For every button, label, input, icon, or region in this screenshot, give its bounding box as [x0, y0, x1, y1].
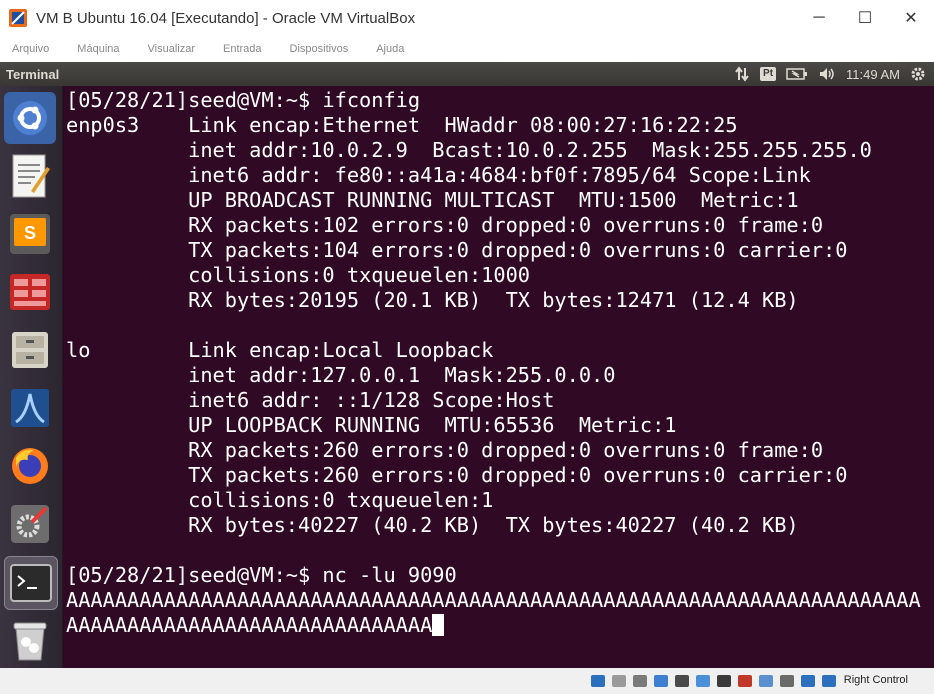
text-editor-icon — [12, 154, 50, 198]
launcher-system-settings[interactable] — [4, 498, 56, 550]
display-icon[interactable] — [715, 672, 733, 690]
keyboard-layout-indicator[interactable]: Pt — [760, 66, 777, 82]
menu-visualizar[interactable]: Visualizar — [148, 43, 196, 55]
virtualbox-statusbar: Right Control — [0, 668, 934, 694]
sublime-text-icon: S — [10, 214, 50, 254]
battery-icon[interactable] — [786, 66, 808, 82]
launcher-trash[interactable] — [4, 614, 56, 666]
menu-dispositivos[interactable]: Dispositivos — [290, 43, 349, 55]
menu-ajuda[interactable]: Ajuda — [376, 43, 404, 55]
minimize-button[interactable]: ─ — [796, 0, 842, 36]
minimize-icon: ─ — [813, 9, 825, 26]
file-cabinet-icon — [12, 332, 48, 368]
terminal-line: lo Link encap:Local Loopback — [66, 338, 494, 362]
menu-bar: Arquivo Máquina Visualizar Entrada Dispo… — [0, 36, 934, 62]
ubuntu-logo-icon — [13, 101, 47, 135]
clock[interactable]: 11:49 AM — [846, 66, 900, 82]
volume-icon[interactable] — [818, 66, 836, 82]
terminal-line: AAAAAAAAAAAAAAAAAAAAAAAAAAAAAAAAAAAAAAAA… — [66, 588, 921, 612]
ubuntu-top-panel: Terminal Pt 11:49 AM — [0, 62, 934, 86]
hard-disk-icon[interactable] — [589, 672, 607, 690]
terminal-line: RX packets:260 errors:0 dropped:0 overru… — [66, 438, 824, 462]
launcher-text-editor[interactable] — [4, 150, 56, 202]
system-tray: Pt 11:49 AM — [734, 62, 926, 86]
terminal-line: RX bytes:40227 (40.2 KB) TX bytes:40227 … — [66, 513, 799, 537]
terminal-window[interactable]: [05/28/21]seed@VM:~$ ifconfig enp0s3 Lin… — [63, 86, 934, 668]
terminal-line: inet addr:10.0.2.9 Bcast:10.0.2.255 Mask… — [66, 138, 872, 162]
audio-icon[interactable] — [631, 672, 649, 690]
terminal-line: [05/28/21]seed@VM:~$ ifconfig — [66, 88, 421, 112]
terminal-line: RX packets:102 errors:0 dropped:0 overru… — [66, 213, 824, 237]
terminal-line: TX packets:260 errors:0 dropped:0 overru… — [66, 463, 848, 487]
active-app-title: Terminal — [6, 66, 60, 82]
window-title: VM B Ubuntu 16.04 [Executando] - Oracle … — [36, 9, 416, 27]
terminal-line: AAAAAAAAAAAAAAAAAAAAAAAAAAAAAA — [66, 613, 433, 637]
terminal-line: inet6 addr: ::1/128 Scope:Host — [66, 388, 555, 412]
unity-launcher: S — [0, 86, 63, 668]
launcher-ubuntu-dash[interactable] — [4, 92, 56, 144]
menu-entrada[interactable]: Entrada — [223, 43, 262, 55]
settings-gear-icon[interactable] — [910, 66, 926, 82]
terminal-line: inet6 addr: fe80::a41a:4684:bf0f:7895/64… — [66, 163, 811, 187]
terminal-line: [05/28/21]seed@VM:~$ nc -lu 9090 — [66, 563, 457, 587]
menu-maquina[interactable]: Máquina — [77, 43, 119, 55]
recording-icon[interactable] — [736, 672, 754, 690]
keyboard-layout-label: Pt — [760, 67, 777, 81]
terminal-line: collisions:0 txqueuelen:1000 — [66, 263, 530, 287]
terminal-line: TX packets:104 errors:0 dropped:0 overru… — [66, 238, 848, 262]
launcher-firefox[interactable] — [4, 440, 56, 492]
network-icon[interactable] — [652, 672, 670, 690]
maximize-button[interactable]: ☐ — [842, 0, 888, 36]
keyboard-capture-icon[interactable] — [799, 672, 817, 690]
mouse-integration-icon[interactable] — [778, 672, 796, 690]
launcher-spreadsheet[interactable] — [4, 266, 56, 318]
terminal-line: collisions:0 txqueuelen:1 — [66, 488, 494, 512]
launcher-sublime-text[interactable]: S — [4, 208, 56, 260]
terminal-line: inet addr:127.0.0.1 Mask:255.0.0.0 — [66, 363, 616, 387]
trash-icon — [13, 622, 47, 661]
system-settings-icon — [11, 505, 49, 543]
host-key-label: Right Control — [843, 674, 908, 686]
text-cursor — [432, 614, 445, 636]
close-button[interactable]: ✕ — [888, 0, 934, 36]
shared-folders-icon[interactable] — [694, 672, 712, 690]
maximize-icon: ☐ — [857, 10, 873, 27]
terminal-icon — [10, 564, 52, 602]
menu-arquivo[interactable]: Arquivo — [12, 43, 49, 55]
spreadsheet-icon — [10, 274, 50, 310]
firefox-icon — [12, 448, 48, 484]
launcher-terminal[interactable] — [4, 556, 58, 610]
terminal-line: UP BROADCAST RUNNING MULTICAST MTU:1500 … — [66, 188, 799, 212]
usb-icon[interactable] — [673, 672, 691, 690]
window-titlebar: VM B Ubuntu 16.04 [Executando] - Oracle … — [0, 0, 934, 36]
close-icon: ✕ — [904, 10, 918, 27]
launcher-file-manager[interactable] — [4, 324, 56, 376]
optical-drive-icon[interactable] — [610, 672, 628, 690]
svg-text:S: S — [24, 223, 36, 243]
terminal-line: RX bytes:20195 (20.1 KB) TX bytes:12471 … — [66, 288, 799, 312]
arrow-down-icon[interactable] — [820, 672, 838, 690]
terminal-output: [05/28/21]seed@VM:~$ ifconfig enp0s3 Lin… — [66, 88, 921, 638]
video-capture-icon[interactable] — [757, 672, 775, 690]
launcher-wireshark[interactable] — [4, 382, 56, 434]
network-updown-icon[interactable] — [734, 66, 750, 82]
terminal-line: enp0s3 Link encap:Ethernet HWaddr 08:00:… — [66, 113, 738, 137]
terminal-line: UP LOOPBACK RUNNING MTU:65536 Metric:1 — [66, 413, 677, 437]
virtualbox-icon — [9, 9, 27, 27]
wireshark-icon — [11, 389, 49, 427]
